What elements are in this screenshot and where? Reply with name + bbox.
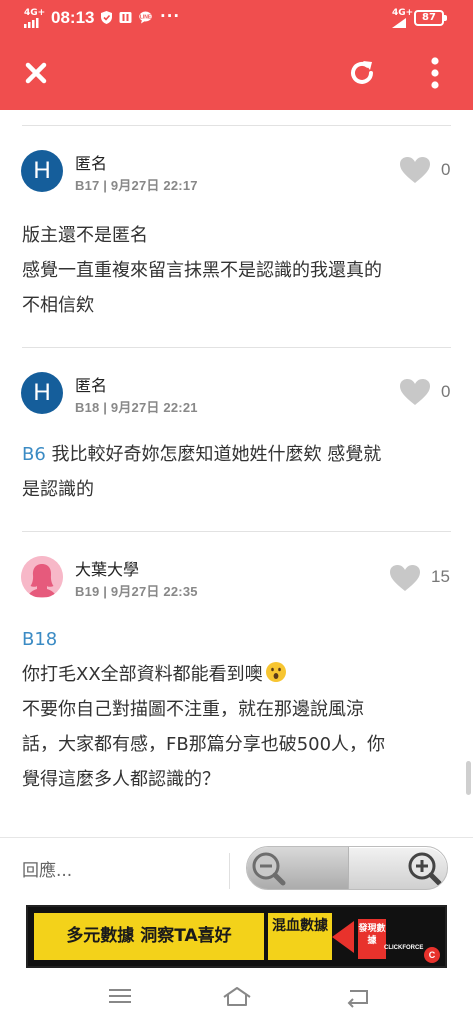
chat-bubble-icon: LINE [139, 11, 152, 24]
network-indicator-left: 4G+ [24, 9, 45, 28]
comment-line: 話，大家都有感，FB那篇分享也破500人，你 [22, 734, 386, 755]
ad-brand: CLICKFORCE [384, 945, 424, 951]
comment-date: 9月27日 22:17 [110, 178, 198, 193]
refresh-icon [351, 61, 373, 84]
more-vert-icon [431, 57, 439, 89]
shield-icon [101, 11, 112, 24]
comment-meta: B19 | 9月27日 22:35 [75, 584, 198, 599]
avatar[interactable]: H [21, 372, 63, 414]
floor-reference-link[interactable]: B6 [22, 444, 46, 465]
comment-body: 版主還不是匿名 感覺一直重複來留言抹黑不是認識的我還真的 不相信欸 [22, 218, 452, 323]
status-bar: 4G+ 08:13 LINE ··· 4G+ 87 [0, 0, 473, 37]
zoom-in-icon [408, 852, 442, 886]
floor-reference-link[interactable]: B18 [22, 622, 452, 657]
ad-logo: C [424, 947, 440, 963]
heart-icon[interactable] [399, 156, 431, 184]
floor-number: B19 [75, 584, 100, 599]
more-notifications-indicator: ··· [160, 7, 181, 25]
comment-meta: B17 | 9月27日 22:17 [75, 178, 198, 193]
ad-badge: 混血數據 [268, 913, 332, 960]
reply-bar [0, 837, 473, 903]
surprised-face-emoji [265, 662, 286, 682]
network-type-label-right: 4G+ [392, 8, 414, 18]
like-count: 0 [441, 382, 451, 401]
floor-number: B17 [75, 178, 100, 193]
reply-input[interactable] [22, 856, 222, 886]
comment-date: 9月27日 22:35 [110, 584, 198, 599]
comment-body: B6 我比較好奇妳怎麼知道她姓什麼欸 感覺就 是認識的 [22, 437, 452, 507]
comment-item: H 匿名 B17 | 9月27日 22:17 0 版主還不是匿名 感覺一直重複來… [0, 126, 473, 348]
heart-icon[interactable] [389, 564, 421, 592]
like-count: 0 [441, 160, 451, 179]
female-silhouette-avatar [21, 556, 63, 598]
comment-line-text: 我比較好奇妳怎麼知道她姓什麼欸 感覺就 [45, 444, 382, 465]
comment-line: 版主還不是匿名 [22, 225, 148, 246]
comment-line: 你打毛XX全部資料都能看到噢 [22, 657, 452, 692]
ad-banner[interactable]: 多元數據 洞察TA喜好 混血數據 發現數據 CLICKFORCE C [26, 905, 447, 968]
comment-author[interactable]: 匿名 [75, 372, 107, 396]
zoom-out-icon [252, 852, 286, 886]
comment-author[interactable]: 匿名 [75, 150, 107, 174]
menu-icon[interactable] [106, 984, 134, 1008]
arrow-left-icon [332, 921, 354, 953]
comment-line-text: 你打毛XX全部資料都能看到噢 [22, 664, 263, 685]
comment-line: 不相信欸 [22, 295, 94, 316]
comment-item: 大葉大學 B19 | 9月27日 22:35 15 B18 你打毛XX全部資料都… [0, 532, 473, 836]
comment-body: B18 你打毛XX全部資料都能看到噢 不要你自己對描圖不注重，就在那邊說風涼 話… [22, 622, 452, 797]
clock: 08:13 [51, 8, 95, 27]
comment-author[interactable]: 大葉大學 [75, 556, 139, 580]
home-icon[interactable] [221, 984, 253, 1008]
back-icon[interactable] [344, 984, 372, 1008]
comment-line: 覺得這麼多人都認識的？ [22, 769, 220, 790]
floor-number: B18 [75, 400, 100, 415]
like-count: 15 [431, 567, 450, 586]
ad-box-text: 發現數據 [358, 919, 386, 959]
more-options-button[interactable] [417, 55, 453, 91]
zoom-in-button[interactable] [348, 847, 447, 889]
close-button[interactable] [18, 55, 54, 91]
comment-line: 感覺一直重複來留言抹黑不是認識的我還真的 [22, 260, 382, 281]
avatar[interactable]: H [21, 150, 63, 192]
network-type-label: 4G+ [24, 8, 46, 18]
app-bar [0, 37, 473, 110]
comment-line: 不要你自己對描圖不注重，就在那邊說風涼 [22, 699, 364, 720]
book-icon [119, 12, 132, 23]
close-icon [25, 62, 47, 84]
battery-indicator: 87 [414, 10, 447, 26]
network-indicator-right: 4G+ [392, 9, 413, 28]
comment-item: H 匿名 B18 | 9月27日 22:21 0 B6 我比較好奇妳怎麼知道她姓… [0, 348, 473, 532]
comment-date: 9月27日 22:21 [110, 400, 198, 415]
heart-icon[interactable] [399, 378, 431, 406]
navigation-bar [0, 970, 473, 1024]
signal-icon-right [392, 18, 406, 28]
comment-line: B6 我比較好奇妳怎麼知道她姓什麼欸 感覺就 [22, 437, 452, 472]
zoom-out-button[interactable] [247, 847, 348, 889]
comment-meta: B18 | 9月27日 22:21 [75, 400, 198, 415]
signal-icon [24, 18, 39, 28]
battery-level: 87 [422, 12, 436, 23]
avatar[interactable] [21, 556, 63, 598]
zoom-control [246, 846, 448, 890]
refresh-button[interactable] [344, 55, 380, 91]
ad-headline: 多元數據 洞察TA喜好 [34, 913, 264, 960]
divider [229, 853, 230, 889]
svg-text:LINE: LINE [140, 15, 152, 21]
scrollbar[interactable] [466, 761, 471, 795]
comment-line: 是認識的 [22, 479, 94, 500]
